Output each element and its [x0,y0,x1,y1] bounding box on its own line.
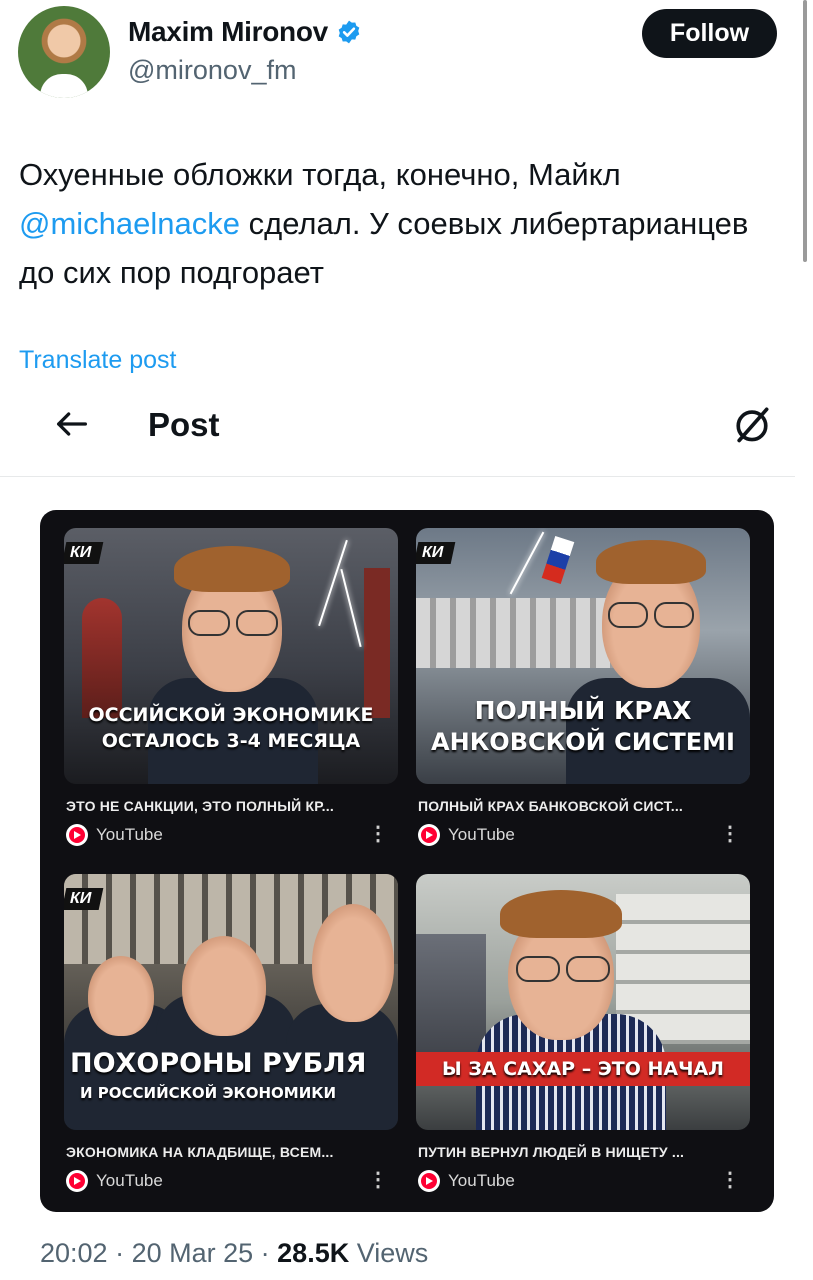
back-arrow-icon[interactable] [52,404,92,444]
scrollbar[interactable] [803,0,807,262]
person-hair [174,546,290,592]
person-face [312,904,394,1022]
lightning-decoration [509,531,545,595]
post-time[interactable]: 20:02 [40,1238,108,1268]
channel-corner-tag: КИ [416,542,456,564]
video-thumbnail-2[interactable]: КИ ПОЛНЫЙ КРАХ АНКОВСКОЙ СИСТЕМІ [416,528,750,784]
person-face [88,956,154,1036]
video-title-3[interactable]: ЭКОНОМИКА НА КЛАДБИЩЕ, ВСЕМ... [66,1144,396,1160]
author-name[interactable]: Maxim Mironov [128,16,328,48]
page-title: Post [148,406,220,443]
glasses-decoration [236,610,278,636]
video-thumbnail-3[interactable]: КИ ПОХОРОНЫ РУБЛЯ И РОССИЙСКОЙ ЭКОНОМИКИ [64,874,398,1130]
video-source-3: YouTube [66,1170,163,1192]
video-title-4[interactable]: ПУТИН ВЕРНУЛ ЛЮДЕЙ В НИЩЕТУ ... [418,1144,748,1160]
glasses-decoration [566,956,610,982]
mention-link[interactable]: @michaelnacke [19,206,240,241]
views-label: Views [356,1238,429,1268]
video-card-1[interactable]: КИ ОССИЙСКОЙ ЭКОНОМИКЕ ОСТАЛОСЬ 3-4 МЕСЯ… [64,528,398,846]
follow-button[interactable]: Follow [642,9,777,58]
video-source-2: YouTube [418,824,515,846]
avatar[interactable] [18,6,110,98]
video-thumbnail-1[interactable]: КИ ОССИЙСКОЙ ЭКОНОМИКЕ ОСТАЛОСЬ 3-4 МЕСЯ… [64,528,398,784]
glasses-decoration [188,610,230,636]
person-hair [596,540,706,584]
video-card-4[interactable]: Ы ЗА САХАР – ЭТО НАЧАЛ ПУТИН ВЕРНУЛ ЛЮДЕ… [416,874,750,1192]
thumbnail-overlay-line2: ОСТАЛОСЬ 3-4 МЕСЯЦА [101,730,361,752]
youtube-icon [66,824,88,846]
video-source-1: YouTube [66,824,163,846]
video-card-3[interactable]: КИ ПОХОРОНЫ РУБЛЯ И РОССИЙСКОЙ ЭКОНОМИКИ… [64,874,398,1192]
lightning-decoration [340,568,362,648]
tower-decoration [364,568,390,718]
post-header: Post [0,392,795,477]
more-options-icon[interactable]: ⋮ [720,824,740,844]
media-card[interactable]: КИ ОССИЙСКОЙ ЭКОНОМИКЕ ОСТАЛОСЬ 3-4 МЕСЯ… [40,510,774,1212]
grok-icon[interactable] [730,402,774,446]
video-source-4: YouTube [418,1170,515,1192]
source-label: YouTube [96,1171,163,1190]
translate-post-link[interactable]: Translate post [19,346,176,375]
author-name-row[interactable]: Maxim Mironov [128,16,362,48]
avatar-shirt [40,74,88,98]
source-label: YouTube [448,1171,515,1190]
video-title-1[interactable]: ЭТО НЕ САНКЦИИ, ЭТО ПОЛНЫЙ КР... [66,798,396,814]
person-face [182,936,266,1036]
channel-corner-tag: КИ [64,542,104,564]
flag-decoration [541,535,575,585]
thumbnail-overlay-line2: И РОССИЙСКОЙ ЭКОНОМИКИ [80,1084,337,1102]
more-options-icon[interactable]: ⋮ [368,824,388,844]
more-options-icon[interactable]: ⋮ [368,1170,388,1190]
thumbnail-overlay-line1: Ы ЗА САХАР – ЭТО НАЧАЛ [442,1058,724,1080]
video-card-2[interactable]: КИ ПОЛНЫЙ КРАХ АНКОВСКОЙ СИСТЕМІ ПОЛНЫЙ … [416,528,750,846]
author-handle[interactable]: @mironov_fm [128,55,296,86]
youtube-icon [66,1170,88,1192]
more-options-icon[interactable]: ⋮ [720,1170,740,1190]
glasses-decoration [654,602,694,628]
thumbnail-overlay-line1: ПОХОРОНЫ РУБЛЯ [70,1048,367,1079]
post-date[interactable]: 20 Mar 25 [132,1238,254,1268]
source-label: YouTube [448,825,515,844]
person-hair [500,890,622,938]
source-label: YouTube [96,825,163,844]
thumbnail-overlay-line1: ОССИЙСКОЙ ЭКОНОМИКЕ [88,704,374,726]
glasses-decoration [516,956,560,982]
channel-corner-tag: КИ [64,888,104,910]
verified-badge-icon [338,20,360,44]
youtube-icon [418,824,440,846]
tweet-text-start: Охуенные обложки тогда, конечно, Майкл [19,157,621,192]
post-meta: 20:02 · 20 Mar 25 · 28.5K Views [40,1238,429,1268]
kremlin-tower-decoration [82,598,122,718]
glasses-decoration [608,602,648,628]
tweet-text: Охуенные обложки тогда, конечно, Майкл @… [19,150,779,297]
video-thumbnail-4[interactable]: Ы ЗА САХАР – ЭТО НАЧАЛ [416,874,750,1130]
youtube-icon [418,1170,440,1192]
thumbnail-overlay-line2: АНКОВСКОЙ СИСТЕМІ [431,728,735,756]
thumbnail-overlay-line1: ПОЛНЫЙ КРАХ [474,696,692,725]
views-count: 28.5K [277,1238,350,1268]
video-title-2[interactable]: ПОЛНЫЙ КРАХ БАНКОВСКОЙ СИСТ... [418,798,748,814]
